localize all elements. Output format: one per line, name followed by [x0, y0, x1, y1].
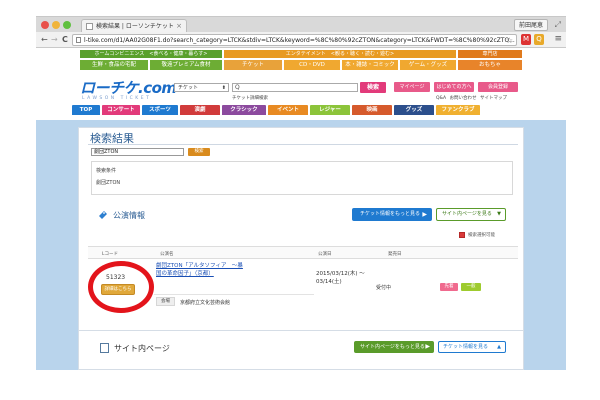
- nav-concert[interactable]: コンサート: [102, 105, 140, 115]
- address-bar[interactable]: l-tike.com/d1/AA02G08F1.do?search_catego…: [72, 34, 517, 46]
- forward-icon[interactable]: →: [51, 34, 58, 46]
- nav-goods[interactable]: グッズ: [394, 105, 434, 115]
- nav-event[interactable]: イベント: [268, 105, 308, 115]
- close-window-icon[interactable]: [41, 21, 49, 29]
- mypage-button[interactable]: マイページ: [394, 82, 430, 92]
- main-navigation: TOP コンサート スポーツ 演劇 クラシック イベント レジャー 映画 グッズ…: [72, 105, 528, 115]
- conditions-value: 劇団ZTON: [96, 180, 121, 186]
- page-viewport: ホームコンビニエンス <食べる・健康・暮らす> エンタテイメント <観る・聴く・…: [36, 48, 566, 370]
- table-header: [88, 246, 518, 259]
- performance-link[interactable]: 劇団ZTON「アルタソフィア ～暴国の革命因子」（京都）: [156, 262, 248, 278]
- category-specialty[interactable]: 専門店: [458, 50, 522, 58]
- column-name: 公演名: [160, 252, 174, 257]
- page-icon: [100, 343, 109, 353]
- subcat-premium-food[interactable]: 敬遠プレミアム食材: [150, 60, 222, 70]
- nav-movie[interactable]: 映画: [352, 105, 392, 115]
- subcat-ticket[interactable]: チケット: [224, 60, 282, 70]
- category-entertainment[interactable]: エンタテイメント <観る・聴く・読む・遊む>: [224, 50, 456, 58]
- conditions-label: 検索条件: [96, 168, 117, 174]
- first-come-badge: 先着: [440, 283, 458, 291]
- page-icon: [76, 37, 81, 43]
- bookmark-star-icon[interactable]: ☆: [506, 35, 513, 45]
- detail-search-link[interactable]: チケット詳細検索: [232, 95, 268, 101]
- url-text: l-tike.com/d1/AA02G08F1.do?search_catego…: [84, 37, 515, 44]
- category-select-value: チケット: [178, 85, 199, 91]
- gmail-extension-icon[interactable]: M: [521, 34, 531, 45]
- arrow-right-icon: ▶: [425, 343, 430, 350]
- more-site-pages-label: サイト内ページをもっと見る: [360, 344, 425, 350]
- subcat-cd-dvd[interactable]: CD・DVD: [284, 60, 340, 70]
- more-site-pages-button[interactable]: サイト内ページをもっと見る ▶: [354, 341, 434, 353]
- site-pages-button[interactable]: サイト内ページを見る ▼: [436, 208, 506, 221]
- fullscreen-icon[interactable]: ⤢: [555, 19, 561, 30]
- search-icon: Q: [235, 84, 240, 91]
- return-label: 検索選択可能: [468, 233, 495, 238]
- column-sale-date: 発売日: [388, 252, 402, 257]
- page-favicon-icon: [86, 23, 93, 30]
- chevron-up-icon: ▲: [497, 344, 501, 350]
- general-badge: 一般: [461, 283, 481, 291]
- more-ticket-info-label: チケット情報をもっと見る: [360, 211, 421, 217]
- register-button[interactable]: 会員登録: [478, 82, 518, 92]
- venue-name: 京都府立文化芸術会館: [180, 300, 231, 306]
- performance-title: 公演情報: [113, 211, 145, 220]
- tab-title: 検索結果 | ローソンチケット: [96, 23, 174, 30]
- site-pages-title: サイト内ページ: [114, 344, 170, 353]
- profile-button[interactable]: 前田尾恵: [513, 19, 548, 31]
- ticket-info-button[interactable]: チケット情報を見る ▲: [438, 341, 506, 353]
- venue-tag: 会場: [156, 297, 175, 306]
- arrow-right-icon: ▶: [422, 211, 427, 218]
- browser-menu-icon[interactable]: ≡: [554, 34, 562, 45]
- nav-classic[interactable]: クラシック: [222, 105, 266, 115]
- site-logo[interactable]: ローチケ.com: [80, 77, 177, 98]
- ticket-icon: [99, 211, 107, 219]
- keyword-search-button[interactable]: 検索: [188, 148, 210, 156]
- first-time-button[interactable]: はじめての方へ: [434, 82, 474, 92]
- category-select[interactable]: チケット ⬍: [174, 83, 229, 92]
- subcat-fresh-food[interactable]: 生鮮・食品の宅配: [80, 60, 148, 70]
- subcat-games[interactable]: ゲーム・グッズ: [400, 60, 456, 70]
- site-search-button[interactable]: 検索: [360, 82, 386, 93]
- nav-top[interactable]: TOP: [72, 105, 100, 115]
- help-links[interactable]: Q&A お問い合わせ サイトマップ: [436, 95, 507, 101]
- row-divider: [154, 294, 314, 295]
- nav-leisure[interactable]: レジャー: [310, 105, 350, 115]
- minimize-window-icon[interactable]: [52, 21, 60, 29]
- divider: [88, 144, 518, 145]
- back-icon[interactable]: ←: [41, 34, 48, 46]
- sale-status: 受付中: [376, 285, 392, 291]
- subcat-books[interactable]: 本・雑誌・コミック: [342, 60, 398, 70]
- site-header: ホームコンビニエンス <食べる・健康・暮らす> エンタテイメント <観る・聴く・…: [36, 48, 566, 120]
- site-search-input[interactable]: Q: [232, 83, 358, 92]
- select-caret-icon: ⬍: [221, 85, 226, 91]
- column-lcode: Lコード: [102, 252, 119, 257]
- column-date: 公演日: [318, 252, 332, 257]
- site-pages-label: サイト内ページを見る: [442, 211, 492, 217]
- search-conditions-box: [91, 161, 513, 195]
- reload-icon[interactable]: C: [62, 34, 68, 46]
- nav-theater[interactable]: 演劇: [180, 105, 220, 115]
- category-home-convenience[interactable]: ホームコンビニエンス <食べる・健康・暮らす>: [80, 50, 222, 58]
- subcat-toys[interactable]: おもちゃ: [458, 60, 522, 70]
- browser-tab[interactable]: 検索結果 | ローソンチケット ×: [81, 19, 187, 33]
- performance-date: 2015/03/12(木) ～ 03/14(土): [316, 271, 365, 285]
- nav-sports[interactable]: スポーツ: [142, 105, 178, 115]
- keyword-input[interactable]: 劇団ZTON: [91, 148, 184, 156]
- highlight-circle: [88, 261, 154, 313]
- browser-titlebar: 検索結果 | ローソンチケット × 前田尾恵 ⤢: [36, 16, 566, 33]
- extension-icon[interactable]: Q: [534, 34, 544, 45]
- browser-toolbar: ← → C l-tike.com/d1/AA02G08F1.do?search_…: [36, 32, 566, 48]
- return-checkbox[interactable]: [459, 232, 465, 238]
- site-logo-subtitle: LAWSON TICKET: [82, 96, 152, 101]
- screenshot: { "browser": { "tab_title": "検索結果 | ローソン…: [0, 0, 600, 400]
- zoom-window-icon[interactable]: [63, 21, 71, 29]
- nav-fanclub[interactable]: ファンクラブ: [436, 105, 480, 115]
- chevron-down-icon: ▼: [497, 211, 501, 217]
- ticket-info-label: チケット情報を見る: [443, 344, 489, 350]
- more-ticket-info-button[interactable]: チケット情報をもっと見る ▶: [352, 208, 432, 221]
